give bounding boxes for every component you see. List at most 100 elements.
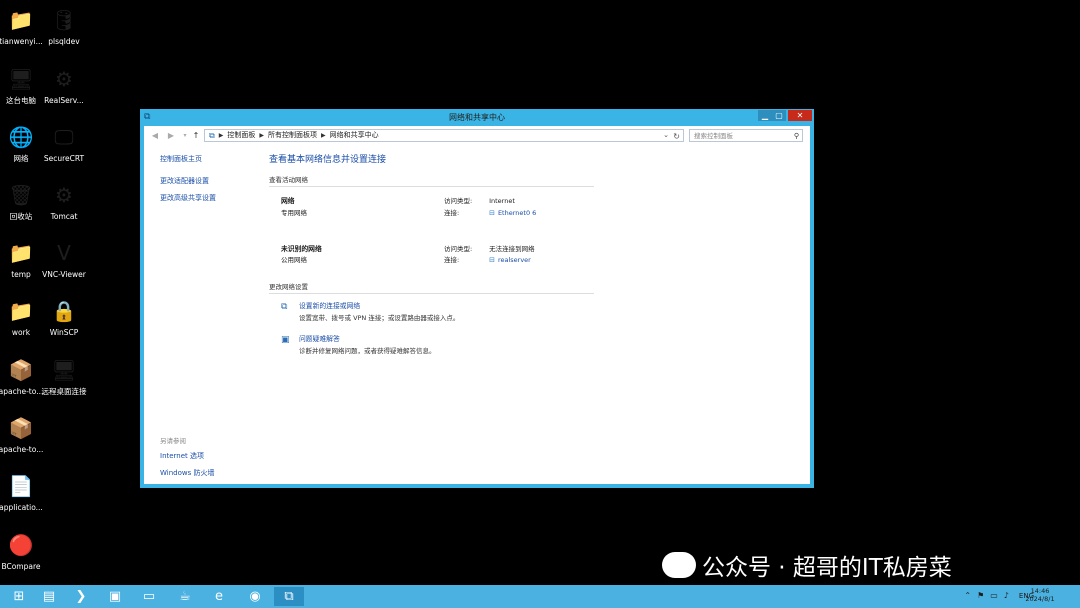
java-icon[interactable]: ☕ xyxy=(170,587,200,606)
forward-arrow-icon[interactable]: ▶ xyxy=(166,131,176,141)
file-explorer-icon[interactable]: ▭ xyxy=(134,587,164,606)
connection-row: 连接: ⊟ Ethernet0 6 xyxy=(444,207,536,217)
desktop-icon[interactable]: 🔴 BCompare xyxy=(0,531,51,571)
internet-explorer-icon[interactable]: e xyxy=(204,587,234,606)
nav-change-adapter-settings[interactable]: 更改适配器设置 xyxy=(160,176,270,186)
volume-icon[interactable]: ♪ xyxy=(1004,591,1009,600)
maximize-button[interactable]: ▢ xyxy=(772,110,786,121)
desktop-icon-label: WinSCP xyxy=(49,328,79,337)
back-arrow-icon[interactable]: ◀ xyxy=(150,131,160,141)
crumb-all-items[interactable]: 所有控制面板项 xyxy=(268,129,317,142)
powershell-icon[interactable]: ❯ xyxy=(66,587,96,606)
active-networks-header: 查看活动网络 xyxy=(269,174,594,187)
crumb-control-panel[interactable]: 控制面板 xyxy=(227,129,255,142)
connection-label: 连接: xyxy=(444,209,460,217)
connection-link[interactable]: Ethernet0 6 xyxy=(498,209,536,217)
address-bar[interactable]: ⧉ ▶ 控制面板 ▶ 所有控制面板项 ▶ 网络和共享中心 ⌄ ↻ xyxy=(204,129,684,142)
desktop-icon[interactable]: 🖥 远程桌面连接 xyxy=(34,356,94,396)
start-button[interactable]: ⊞ xyxy=(4,587,34,606)
link-internet-options[interactable]: Internet 选项 xyxy=(160,451,270,461)
search-input[interactable]: 搜索控制面板 ⚲ xyxy=(689,129,803,142)
connection-label: 连接: xyxy=(444,256,460,264)
desktop-icon[interactable]: ⚙ Tomcat xyxy=(34,181,94,221)
network-center-task-icon[interactable]: ⧉ xyxy=(274,587,304,606)
settings-app-icon: ⚙ xyxy=(55,183,73,207)
settings-app-icon: ⚙ xyxy=(55,67,73,91)
see-also-header: 另请参阅 xyxy=(160,437,186,445)
desktop-icon-label: applicatio... xyxy=(0,503,43,512)
connection-row: 连接: ⊟ realserver xyxy=(444,254,531,264)
terminal-icon: 🖵 xyxy=(54,125,74,149)
setting-new-connection: ⧉ 设置新的连接或网络 设置宽带、拨号或 VPN 连接；或设置路由器或接入点。 xyxy=(281,298,669,331)
terminal-icon[interactable]: ▣ xyxy=(100,587,130,606)
computer-icon: 🖥 xyxy=(8,67,34,91)
network-type: 公用网络 xyxy=(281,256,307,264)
minimize-button[interactable]: ▁ xyxy=(758,110,772,121)
desktop-icon-label: apache-to... xyxy=(0,445,44,454)
desktop-icon[interactable]: 📦 apache-to... xyxy=(0,414,51,454)
search-icon[interactable]: ⚲ xyxy=(794,130,799,143)
access-type-row: 访问类型: 无法连接到网络 xyxy=(444,243,535,253)
access-type-label: 访问类型: xyxy=(444,197,473,205)
desktop-icon-label: plsqldev xyxy=(48,37,80,46)
desktop-icon-label: RealServ... xyxy=(44,96,84,105)
nav-control-panel-home[interactable]: 控制面板主页 xyxy=(160,154,270,164)
network-entry: 网络 专用网络 访问类型: Internet 连接: ⊟ Ethernet0 6 xyxy=(269,187,594,233)
folder-icon: 📁 xyxy=(8,241,34,265)
recycle-bin-icon: 🗑 xyxy=(8,183,34,207)
recent-dropdown-icon[interactable]: ▾ xyxy=(180,131,190,141)
remote-desktop-icon: 🖥 xyxy=(51,358,77,382)
network-sharing-center-window: ⧉ 网络和共享中心 ▁ ▢ ✕ ◀ ▶ ▾ ↑ ⧉ ▶ 控制面板 ▶ 所有控制面… xyxy=(140,109,814,488)
crumb-separator-icon: ▶ xyxy=(218,132,224,139)
connection-link[interactable]: realserver xyxy=(498,256,531,264)
main-content: 查看基本网络信息并设置连接 查看活动网络 网络 专用网络 访问类型: Inter… xyxy=(269,152,669,364)
refresh-icon[interactable]: ↻ xyxy=(673,130,680,143)
access-type-value: Internet xyxy=(489,197,515,205)
troubleshoot-icon: ▣ xyxy=(281,335,290,345)
access-type-row: 访问类型: Internet xyxy=(444,195,515,205)
crumb-separator-icon: ▶ xyxy=(320,132,326,139)
server-manager-icon[interactable]: ▤ xyxy=(34,587,64,606)
up-arrow-icon[interactable]: ↑ xyxy=(191,131,201,141)
clock-time: 14:46 xyxy=(1030,587,1050,595)
desktop-icon[interactable]: 🔒 WinSCP xyxy=(34,297,94,337)
desktop-icon-label: BCompare xyxy=(1,562,41,571)
desktop-icon-label: 远程桌面连接 xyxy=(41,387,87,396)
flag-icon[interactable]: ⚑ xyxy=(977,591,984,600)
troubleshoot-link[interactable]: 问题疑难解答 xyxy=(299,333,340,343)
folder-user-icon: 📁 xyxy=(8,8,34,32)
desktop-icon[interactable]: 🖵 SecureCRT xyxy=(34,123,94,163)
title-bar[interactable]: ⧉ 网络和共享中心 ▁ ▢ ✕ xyxy=(140,109,814,125)
app-icon[interactable]: ◉ xyxy=(240,587,270,606)
folder-icon: 📁 xyxy=(8,299,34,323)
bcompare-icon: 🔴 xyxy=(8,533,34,557)
desktop-icon[interactable]: 🛢 plsqldev xyxy=(34,6,94,46)
crumb-separator-icon: ▶ xyxy=(259,132,264,139)
link-windows-firewall[interactable]: Windows 防火墙 xyxy=(160,468,270,478)
tray-arrow-icon[interactable]: ⌃ xyxy=(964,591,971,600)
nav-change-advanced-sharing[interactable]: 更改高级共享设置 xyxy=(160,193,270,203)
vnc-icon: V xyxy=(57,241,71,265)
desktop-icon[interactable]: ⚙ RealServ... xyxy=(34,65,94,105)
clock[interactable]: 14:46 2024/8/1 xyxy=(1020,587,1060,603)
network-type: 专用网络 xyxy=(281,209,307,217)
see-also-section: 另请参阅 Internet 选项 Windows 防火墙 xyxy=(160,435,270,485)
network-name: 未识别的网络 xyxy=(281,245,322,253)
desktop-icon[interactable]: 📄 applicatio... xyxy=(0,472,51,512)
address-dropdown-icon[interactable]: ⌄ xyxy=(663,129,669,142)
change-settings-header: 更改网络设置 xyxy=(269,281,594,294)
network-name: 网络 xyxy=(281,197,295,205)
close-button[interactable]: ✕ xyxy=(788,110,812,121)
desktop-icon[interactable]: V VNC-Viewer xyxy=(34,239,94,279)
network-tray-icon[interactable]: ▭ xyxy=(990,591,998,600)
window-title: 网络和共享中心 xyxy=(449,113,505,122)
troubleshoot-desc: 诊断并修复网络问题，或者获得疑难解答信息。 xyxy=(299,347,436,355)
new-connection-link[interactable]: 设置新的连接或网络 xyxy=(299,300,360,310)
database-icon: 🛢 xyxy=(51,8,77,32)
network-icon: 🌐 xyxy=(8,125,34,149)
crumb-network-center[interactable]: 网络和共享中心 xyxy=(330,129,379,142)
watermark-text: 公众号 · 超哥的IT私房菜 xyxy=(702,555,952,581)
taskbar: ⊞ ▤ ❯ ▣ ▭ ☕ e ◉ ⧉ ⌃ ⚑ ▭ ♪ ENG 14:46 2024… xyxy=(0,585,1080,608)
left-navigation: 控制面板主页 更改适配器设置 更改高级共享设置 另请参阅 Internet 选项… xyxy=(160,154,270,477)
access-type-label: 访问类型: xyxy=(444,245,473,253)
